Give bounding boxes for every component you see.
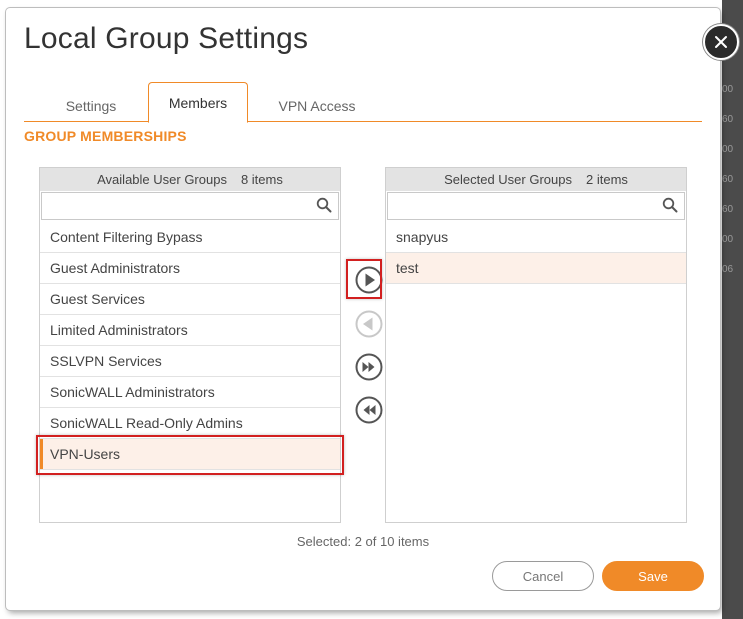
list-item[interactable]: Content Filtering Bypass xyxy=(40,222,340,253)
tab-underline xyxy=(24,121,702,122)
move-all-right-icon xyxy=(355,353,383,381)
selected-groups-header: Selected User Groups 2 items xyxy=(386,168,686,191)
background-text-fragment: 60 xyxy=(722,174,734,185)
background-text-fragment: 00 xyxy=(722,144,734,155)
move-left-icon xyxy=(355,310,383,338)
save-button[interactable]: Save xyxy=(602,561,704,591)
list-item-selected[interactable]: VPN-Users xyxy=(40,439,340,470)
move-right-button[interactable] xyxy=(353,264,385,296)
available-search-input[interactable] xyxy=(42,193,314,217)
available-groups-header: Available User Groups 8 items xyxy=(40,168,340,191)
move-right-icon xyxy=(355,266,383,294)
selection-status: Selected: 2 of 10 items xyxy=(296,534,430,549)
section-title: GROUP MEMBERSHIPS xyxy=(24,128,187,144)
background-text-fragment: 00 xyxy=(722,234,734,245)
list-item[interactable]: SonicWALL Read-Only Admins xyxy=(40,408,340,439)
close-icon xyxy=(715,36,727,48)
selected-search-box xyxy=(387,192,685,220)
selected-groups-title: Selected User Groups xyxy=(444,172,572,187)
tab-members[interactable]: Members xyxy=(148,82,248,123)
cancel-button[interactable]: Cancel xyxy=(492,561,594,591)
dialog-title: Local Group Settings xyxy=(24,22,309,55)
list-item-selected[interactable]: test xyxy=(386,253,686,284)
background-text-fragment: 60 xyxy=(722,204,734,215)
move-left-button[interactable] xyxy=(353,308,385,340)
move-all-right-button[interactable] xyxy=(353,351,385,383)
available-groups-count: 8 items xyxy=(240,172,283,187)
selected-groups-count: 2 items xyxy=(586,172,628,187)
background-text-fragment: 00 xyxy=(722,84,734,95)
search-icon[interactable] xyxy=(662,197,678,218)
background-text-fragment: 60 xyxy=(722,114,734,125)
selected-groups-panel: Selected User Groups 2 items snapyus tes… xyxy=(385,167,687,523)
search-icon[interactable] xyxy=(316,197,332,218)
move-all-left-icon xyxy=(355,396,383,424)
available-search-box xyxy=(41,192,339,220)
background-text-fragment: 06 xyxy=(722,264,734,275)
list-item[interactable]: snapyus xyxy=(386,222,686,253)
list-item[interactable]: Limited Administrators xyxy=(40,315,340,346)
available-groups-list: Content Filtering Bypass Guest Administr… xyxy=(40,222,340,470)
tab-vpn-access[interactable]: VPN Access xyxy=(258,90,376,121)
list-item[interactable]: SSLVPN Services xyxy=(40,346,340,377)
tab-bar: Settings Members VPN Access xyxy=(24,82,702,123)
close-button[interactable] xyxy=(703,24,739,60)
list-item[interactable]: SonicWALL Administrators xyxy=(40,377,340,408)
list-item[interactable]: Guest Services xyxy=(40,284,340,315)
available-groups-title: Available User Groups xyxy=(97,172,227,187)
local-group-settings-dialog: Local Group Settings Settings Members VP… xyxy=(6,8,720,610)
selected-groups-list: snapyus test xyxy=(386,222,686,284)
list-item[interactable]: Guest Administrators xyxy=(40,253,340,284)
selected-search-input[interactable] xyxy=(388,193,660,217)
tab-settings[interactable]: Settings xyxy=(34,90,148,121)
available-groups-panel: Available User Groups 8 items Content Fi… xyxy=(39,167,341,523)
move-all-left-button[interactable] xyxy=(353,394,385,426)
